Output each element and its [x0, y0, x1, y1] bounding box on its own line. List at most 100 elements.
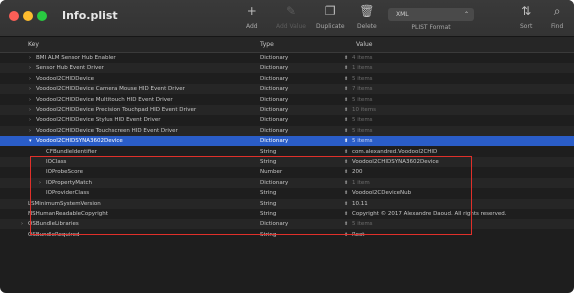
row-key[interactable]: LSMinimumSystemVersion — [28, 199, 238, 209]
row-key[interactable]: BMI ALM Sensor Hub Enabler — [36, 53, 246, 63]
plist-row[interactable]: › BMI ALM Sensor Hub Enabler Dictionary ⬍ 4 … — [0, 53, 574, 63]
disclosure-collapsed-icon[interactable]: › — [29, 84, 31, 94]
disclosure-collapsed-icon[interactable]: › — [29, 63, 31, 73]
plist-row[interactable]: › VoodooI2CHIDDevice Dictionary ⬍ 5 items — [0, 74, 574, 84]
disclosure-collapsed-icon[interactable]: › — [29, 95, 31, 105]
row-key[interactable]: OSBundleRequired — [28, 230, 238, 240]
row-value[interactable]: com.alexandred.VoodooI2CHID — [352, 147, 437, 157]
disclosure-collapsed-icon[interactable]: › — [29, 126, 31, 136]
type-stepper-icon[interactable]: ⬍ — [344, 209, 348, 219]
disclosure-collapsed-icon[interactable]: › — [39, 178, 41, 188]
row-value[interactable]: Copyright © 2017 Alexandre Daoud. All ri… — [352, 209, 507, 219]
disclosure-collapsed-icon[interactable]: › — [29, 53, 31, 63]
row-value[interactable]: 7 items — [352, 84, 373, 94]
type-stepper-icon[interactable]: ⬍ — [344, 178, 348, 188]
type-stepper-icon[interactable]: ⬍ — [344, 167, 348, 177]
row-type[interactable]: Dictionary — [260, 136, 288, 146]
row-value[interactable]: 200 — [352, 167, 363, 177]
plist-row[interactable]: LSMinimumSystemVersion String ⬍ 10.11 — [0, 198, 574, 209]
type-stepper-icon[interactable]: ⬍ — [344, 219, 348, 229]
plist-row[interactable]: NSHumanReadableCopyright String ⬍ Copyright… — [0, 209, 574, 219]
plist-outline-view[interactable]: › BMI ALM Sensor Hub Enabler Dictionary ⬍ 4 … — [0, 53, 574, 293]
row-type[interactable]: Dictionary — [260, 178, 288, 188]
add-value-button[interactable]: ✎ Add Value — [276, 4, 306, 34]
type-stepper-icon[interactable]: ⬍ — [344, 95, 348, 105]
row-type[interactable]: Dictionary — [260, 74, 288, 84]
row-key[interactable]: VoodooI2CHIDDevice Multitouch HID Event … — [36, 95, 246, 105]
sort-button[interactable]: ⇅ Sort — [520, 4, 532, 34]
row-type[interactable]: Dictionary — [260, 115, 288, 125]
plist-row[interactable]: › Sensor Hub Event Driver Dictionary ⬍ 1 ite… — [0, 63, 574, 74]
row-value[interactable]: 10 items — [352, 105, 376, 115]
disclosure-expanded-icon[interactable]: ▾ — [29, 136, 32, 146]
row-value[interactable]: 4 items — [352, 53, 373, 63]
type-stepper-icon[interactable]: ⬍ — [344, 157, 348, 167]
row-key[interactable]: IOProbeScore — [46, 167, 256, 177]
duplicate-button[interactable]: ❐ Duplicate — [316, 4, 345, 34]
row-type[interactable]: String — [260, 209, 276, 219]
row-type[interactable]: Number — [260, 167, 282, 177]
plist-row[interactable]: › IOPropertyMatch Dictionary ⬍ 1 item — [0, 177, 574, 188]
type-stepper-icon[interactable]: ⬍ — [344, 199, 348, 209]
disclosure-collapsed-icon[interactable]: › — [29, 74, 31, 84]
column-header-type[interactable]: Type — [260, 37, 274, 52]
type-stepper-icon[interactable]: ⬍ — [344, 230, 348, 240]
row-type[interactable]: Dictionary — [260, 63, 288, 73]
row-value[interactable]: 5 items — [352, 115, 373, 125]
row-value[interactable]: 5 items — [352, 95, 373, 105]
row-type[interactable]: Dictionary — [260, 95, 288, 105]
row-key[interactable]: Sensor Hub Event Driver — [36, 63, 246, 73]
type-stepper-icon[interactable]: ⬍ — [344, 53, 348, 63]
row-type[interactable]: Dictionary — [260, 126, 288, 136]
plist-row[interactable]: OSBundleRequired String ⬍ Root — [0, 230, 574, 240]
row-value[interactable]: 5 items — [352, 219, 373, 229]
row-key[interactable]: VoodooI2CHIDDevice Precision Touchpad HI… — [36, 105, 246, 115]
row-type[interactable]: String — [260, 230, 276, 240]
type-stepper-icon[interactable]: ⬍ — [344, 74, 348, 84]
type-stepper-icon[interactable]: ⬍ — [344, 136, 348, 146]
row-key[interactable]: VoodooI2CHIDDevice Touchscreen HID Event… — [36, 126, 246, 136]
row-key[interactable]: OSBundleLibraries — [28, 219, 238, 229]
plist-row[interactable]: CFBundleIdentifier String ⬍ com.alexandred.… — [0, 147, 574, 157]
plist-row[interactable]: › OSBundleLibraries Dictionary ⬍ 5 items — [0, 219, 574, 230]
row-value[interactable]: VoodooI2CHIDSYNA3602Device — [352, 157, 439, 167]
row-type[interactable]: Dictionary — [260, 105, 288, 115]
plist-format-select[interactable]: XML ⌃ — [388, 8, 474, 21]
add-button[interactable]: + Add — [246, 4, 258, 34]
row-value[interactable]: 1 item — [352, 178, 370, 188]
row-key[interactable]: IOPropertyMatch — [46, 178, 256, 188]
disclosure-collapsed-icon[interactable]: › — [29, 115, 31, 125]
plist-row[interactable]: ▾ VoodooI2CHIDSYNA3602Device Dictionary ⬍ 5 … — [0, 136, 574, 147]
row-key[interactable]: NSHumanReadableCopyright — [28, 209, 238, 219]
type-stepper-icon[interactable]: ⬍ — [344, 63, 348, 73]
disclosure-collapsed-icon[interactable]: › — [29, 105, 31, 115]
minimize-window-button[interactable] — [23, 11, 33, 21]
disclosure-collapsed-icon[interactable]: › — [21, 219, 23, 229]
plist-row[interactable]: › VoodooI2CHIDDevice Multitouch HID Event… — [0, 95, 574, 105]
plist-row[interactable]: IOProbeScore Number ⬍ 200 — [0, 167, 574, 177]
type-stepper-icon[interactable]: ⬍ — [344, 147, 348, 157]
row-key[interactable]: VoodooI2CHIDSYNA3602Device — [36, 136, 246, 146]
type-stepper-icon[interactable]: ⬍ — [344, 188, 348, 198]
row-type[interactable]: String — [260, 157, 276, 167]
row-key[interactable]: CFBundleIdentifier — [46, 147, 256, 157]
type-stepper-icon[interactable]: ⬍ — [344, 126, 348, 136]
type-stepper-icon[interactable]: ⬍ — [344, 115, 348, 125]
row-key[interactable]: IOClass — [46, 157, 256, 167]
row-value[interactable]: 5 items — [352, 74, 373, 84]
row-key[interactable]: VoodooI2CHIDDevice Camera Mouse HID Even… — [36, 84, 246, 94]
plist-row[interactable]: › VoodooI2CHIDDevice Camera Mouse HID Eve… — [0, 84, 574, 95]
row-value[interactable]: 1 items — [352, 63, 373, 73]
row-value[interactable]: Root — [352, 230, 364, 240]
plist-row[interactable]: › VoodooI2CHIDDevice Precision Touchpad H… — [0, 105, 574, 115]
row-key[interactable]: IOProviderClass — [46, 188, 256, 198]
row-value[interactable]: VoodooI2CDeviceNub — [352, 188, 411, 198]
row-type[interactable]: String — [260, 199, 276, 209]
column-header-key[interactable]: Key — [28, 37, 39, 52]
row-type[interactable]: Dictionary — [260, 219, 288, 229]
find-button[interactable]: ⌕ Find — [551, 4, 563, 34]
plist-row[interactable]: › VoodooI2CHIDDevice Stylus HID Event Dri… — [0, 115, 574, 125]
row-type[interactable]: String — [260, 147, 276, 157]
delete-button[interactable]: 🗑 Delete — [357, 4, 377, 34]
type-stepper-icon[interactable]: ⬍ — [344, 84, 348, 94]
